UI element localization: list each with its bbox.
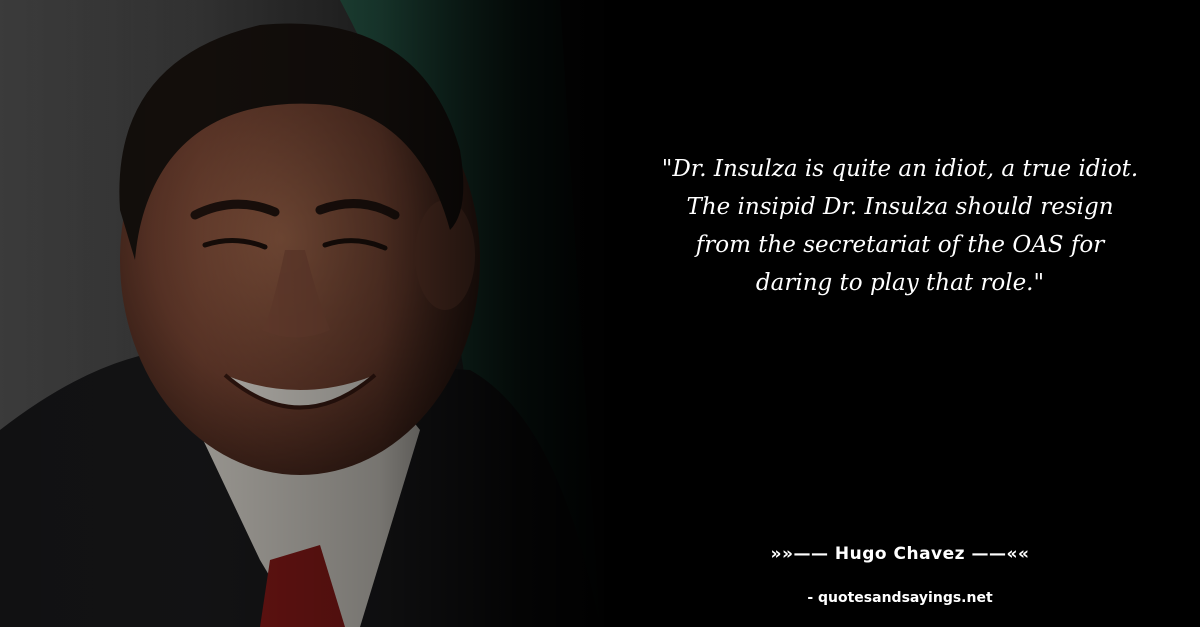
quote-card: "Dr. Insulza is quite an idiot, a true i… xyxy=(0,0,1200,627)
portrait-photo xyxy=(0,0,640,627)
author-attribution: »»—— Hugo Chavez ——«« xyxy=(770,544,1030,564)
quote-text: "Dr. Insulza is quite an idiot, a true i… xyxy=(661,156,1139,296)
source-watermark: - quotesandsayings.net xyxy=(807,590,993,606)
